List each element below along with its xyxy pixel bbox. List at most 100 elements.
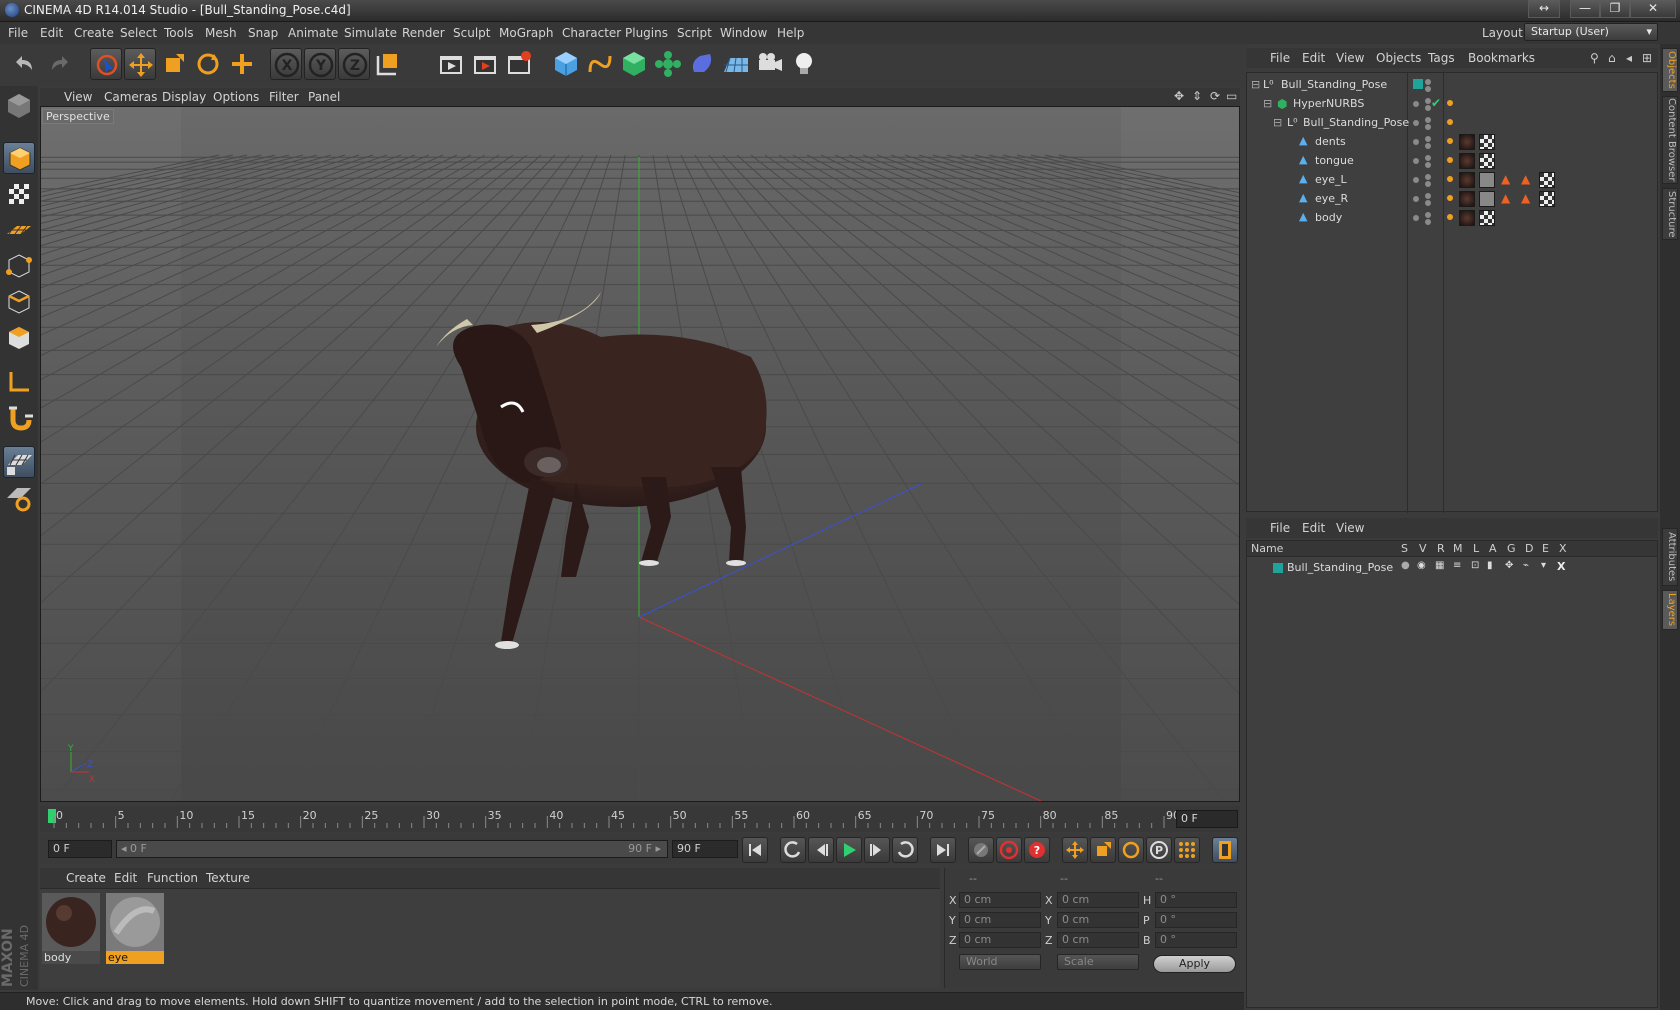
redo-icon[interactable] bbox=[44, 48, 76, 80]
uvw-tag-icon[interactable] bbox=[1479, 210, 1495, 226]
selection-tag-icon[interactable]: ▲ bbox=[1501, 191, 1510, 205]
tab-content-browser[interactable]: Content Browser bbox=[1662, 96, 1678, 184]
material-tag-eye-icon[interactable] bbox=[1479, 172, 1495, 188]
viewport-maximize-icon[interactable]: ▭ bbox=[1226, 89, 1237, 103]
render-visibility-dot[interactable] bbox=[1425, 200, 1431, 206]
viewport-menu-view[interactable]: View bbox=[64, 90, 92, 104]
rot-h-field[interactable]: 0 ° bbox=[1155, 892, 1237, 908]
next-key-icon[interactable] bbox=[892, 837, 918, 863]
layer-col-expressions[interactable]: E bbox=[1542, 542, 1549, 555]
menu-mograph[interactable]: MoGraph bbox=[499, 26, 554, 40]
material-tag-body-icon[interactable] bbox=[1459, 191, 1475, 207]
undo-icon[interactable] bbox=[8, 48, 40, 80]
layer-animation-icon[interactable]: ▮ bbox=[1487, 560, 1493, 571]
layer-visible-eye-icon[interactable]: ◉ bbox=[1417, 560, 1426, 571]
viewport-menu-display[interactable]: Display bbox=[162, 90, 206, 104]
tab-layers[interactable]: Layers bbox=[1662, 590, 1678, 630]
selection-tag-icon[interactable]: ▲ bbox=[1521, 172, 1530, 186]
editor-visibility-dot[interactable] bbox=[1413, 177, 1419, 183]
phong-tag-icon[interactable] bbox=[1447, 138, 1453, 144]
editor-visibility-dot[interactable] bbox=[1413, 120, 1419, 126]
previous-frame-icon[interactable] bbox=[808, 837, 834, 863]
objects-search-icon[interactable]: ⚲ bbox=[1590, 51, 1599, 65]
menu-snap[interactable]: Snap bbox=[248, 26, 278, 40]
menu-character[interactable]: Character bbox=[562, 26, 621, 40]
live-selection-icon[interactable] bbox=[90, 48, 122, 80]
polygons-mode-icon[interactable] bbox=[3, 322, 35, 354]
make-editable-icon[interactable] bbox=[3, 90, 35, 122]
objects-menu-file[interactable]: File bbox=[1270, 51, 1290, 65]
collapse-icon[interactable]: ⊟ bbox=[1251, 78, 1260, 91]
render-visibility-dot[interactable] bbox=[1425, 117, 1431, 123]
uvw-tag-icon[interactable] bbox=[1539, 172, 1555, 188]
render-view-icon[interactable] bbox=[436, 48, 468, 80]
render-visibility-dot[interactable] bbox=[1425, 105, 1431, 111]
layer-row[interactable]: Bull_Standing_Pose ● ◉ ▦ ≡ ⊡ ▮ ✥ ⌁ ▾ X bbox=[1247, 559, 1657, 577]
key-parameter-icon[interactable]: P bbox=[1146, 837, 1172, 863]
render-settings-icon[interactable] bbox=[504, 48, 536, 80]
goto-end-icon[interactable] bbox=[930, 837, 956, 863]
material-tag-body-icon[interactable] bbox=[1459, 172, 1475, 188]
rotate-tool-icon[interactable] bbox=[192, 48, 224, 80]
layer-solo-icon[interactable]: ● bbox=[1401, 560, 1410, 571]
pos-x-field[interactable]: 0 cm bbox=[959, 892, 1041, 908]
rot-p-field[interactable]: 0 ° bbox=[1155, 912, 1237, 928]
layer-generators-icon[interactable]: ✥ bbox=[1505, 560, 1513, 571]
menu-create[interactable]: Create bbox=[74, 26, 114, 40]
render-visibility-dot[interactable] bbox=[1425, 174, 1431, 180]
menu-mesh[interactable]: Mesh bbox=[205, 26, 237, 40]
tab-structure[interactable]: Structure bbox=[1662, 188, 1678, 240]
goto-start-icon[interactable] bbox=[742, 837, 768, 863]
layer-xref-icon[interactable]: X bbox=[1557, 560, 1565, 573]
viewport-move-icon[interactable]: ✥ bbox=[1174, 89, 1184, 103]
layout-dropdown[interactable]: Startup (User) bbox=[1524, 23, 1658, 41]
deformer-icon[interactable] bbox=[686, 48, 718, 80]
3d-viewport[interactable]: Y X Z bbox=[40, 106, 1240, 802]
editor-visibility-dot[interactable] bbox=[1413, 139, 1419, 145]
maximize-button[interactable]: ❐ bbox=[1600, 0, 1630, 18]
material-menu-create[interactable]: Create bbox=[66, 871, 106, 885]
menu-animate[interactable]: Animate bbox=[288, 26, 338, 40]
layer-col-generators[interactable]: G bbox=[1507, 542, 1516, 555]
material-tag-eye-icon[interactable] bbox=[1479, 191, 1495, 207]
array-cloner-icon[interactable] bbox=[652, 48, 684, 80]
workplane-lock-icon[interactable] bbox=[3, 446, 35, 478]
editor-visibility-dot[interactable] bbox=[1413, 101, 1419, 107]
layer-color-icon[interactable] bbox=[1413, 79, 1423, 89]
uvw-tag-icon[interactable] bbox=[1479, 153, 1495, 169]
apply-button[interactable]: Apply bbox=[1153, 955, 1236, 973]
uvw-tag-icon[interactable] bbox=[1479, 134, 1495, 150]
render-visibility-dot[interactable] bbox=[1425, 219, 1431, 225]
editor-visibility-dot[interactable] bbox=[1413, 215, 1419, 221]
render-visibility-dot[interactable] bbox=[1425, 98, 1431, 104]
resize-toggle-button[interactable]: ↔ bbox=[1528, 0, 1560, 18]
objects-back-icon[interactable]: ◂ bbox=[1626, 51, 1632, 65]
render-picture-viewer-icon[interactable] bbox=[470, 48, 502, 80]
viewport-menu-cameras[interactable]: Cameras bbox=[104, 90, 157, 104]
phong-tag-icon[interactable] bbox=[1447, 195, 1453, 201]
objects-menu-view[interactable]: View bbox=[1336, 51, 1364, 65]
editor-visibility-dot[interactable] bbox=[1413, 196, 1419, 202]
menu-render[interactable]: Render bbox=[402, 26, 445, 40]
viewport-rotate-icon[interactable]: ⟳ bbox=[1210, 89, 1220, 103]
size-x-field[interactable]: 0 cm bbox=[1057, 892, 1139, 908]
x-axis-lock-icon[interactable]: X bbox=[270, 48, 302, 80]
layer-col-visible[interactable]: V bbox=[1419, 542, 1427, 555]
camera-icon[interactable] bbox=[754, 48, 786, 80]
phong-tag-icon[interactable] bbox=[1447, 100, 1453, 106]
layer-col-solo[interactable]: S bbox=[1401, 542, 1408, 555]
key-rotation-icon[interactable] bbox=[1118, 837, 1144, 863]
previous-key-icon[interactable] bbox=[780, 837, 806, 863]
layer-col-name[interactable]: Name bbox=[1251, 542, 1283, 555]
play-forward-icon[interactable] bbox=[836, 837, 862, 863]
collapse-icon[interactable]: ⊟ bbox=[1273, 116, 1282, 129]
pos-y-field[interactable]: 0 cm bbox=[959, 912, 1041, 928]
nurbs-generator-icon[interactable] bbox=[618, 48, 650, 80]
render-visibility-dot[interactable] bbox=[1425, 136, 1431, 142]
layer-lock-icon[interactable]: ⊡ bbox=[1471, 560, 1479, 571]
current-frame-field[interactable]: 0 F bbox=[1176, 810, 1238, 828]
tab-objects[interactable]: Objects bbox=[1662, 48, 1678, 92]
pos-z-field[interactable]: 0 cm bbox=[959, 932, 1041, 948]
menu-sculpt[interactable]: Sculpt bbox=[453, 26, 490, 40]
menu-window[interactable]: Window bbox=[720, 26, 767, 40]
